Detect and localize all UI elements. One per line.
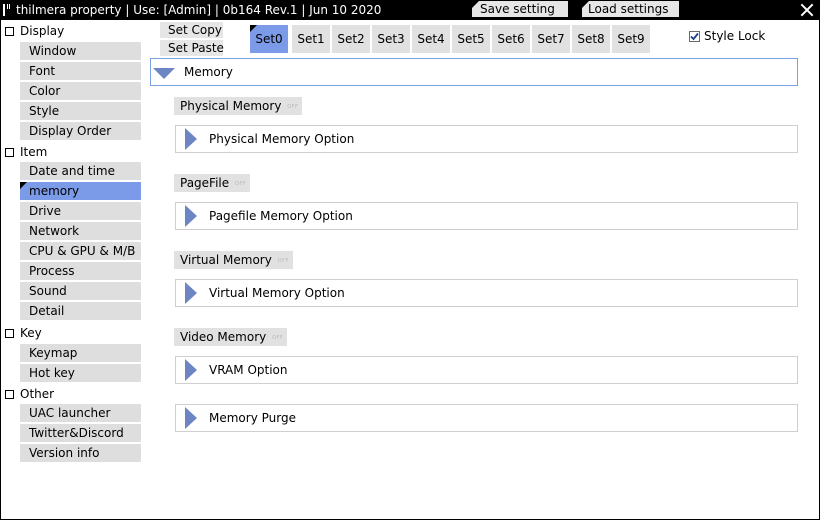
sidebar-item-window[interactable]: Window (20, 42, 141, 60)
checkbox-icon (5, 26, 14, 36)
option-label: Pagefile Memory Option (209, 209, 353, 223)
vram-option[interactable]: VRAM Option (175, 356, 798, 384)
sidebar-item-sound[interactable]: Sound (20, 282, 141, 300)
heading-label: Virtual Memory (180, 253, 272, 267)
load-settings-label: Load settings (588, 2, 669, 16)
checkbox-icon (5, 389, 14, 399)
load-settings-button[interactable]: Load settings (582, 1, 679, 17)
option-label: Memory Purge (209, 411, 296, 425)
sidebar-item-label: memory (29, 184, 80, 198)
sidebar-item-cpu-gpu-mb[interactable]: CPU & GPU & M/B (20, 242, 141, 260)
sidebar-item-process[interactable]: Process (20, 262, 141, 280)
option-label: Virtual Memory Option (209, 286, 345, 300)
save-setting-label: Save setting (480, 2, 555, 16)
checkbox-icon (5, 147, 14, 157)
physical-memory-heading[interactable]: Physical Memory OFF (174, 97, 303, 115)
sidebar-item-color[interactable]: Color (20, 82, 141, 100)
option-label: VRAM Option (209, 363, 288, 377)
category-other[interactable]: Other (5, 385, 54, 403)
section-title: Memory (184, 65, 233, 79)
sidebar-item-network[interactable]: Network (20, 222, 141, 240)
tab-set6[interactable]: Set6 (492, 25, 530, 53)
tab-set2[interactable]: Set2 (332, 25, 370, 53)
sidebar-item-style[interactable]: Style (20, 102, 141, 120)
close-icon[interactable] (800, 3, 814, 17)
corner-flag-icon (472, 1, 479, 8)
category-label: Key (20, 326, 42, 340)
expand-triangle-icon (185, 282, 197, 304)
sidebar-item-version-info[interactable]: Version info (20, 444, 141, 462)
set-copy-button[interactable]: Set Copy (160, 22, 223, 38)
pagefile-heading[interactable]: PageFile OFF (174, 174, 251, 192)
corner-flag-icon (582, 1, 589, 8)
checkbox-icon (5, 328, 14, 338)
tab-set3[interactable]: Set3 (372, 25, 410, 53)
tab-set8[interactable]: Set8 (572, 25, 610, 53)
tab-set0[interactable]: Set0 (250, 25, 288, 53)
save-setting-button[interactable]: Save setting (472, 1, 568, 17)
sidebar-item-twitter-discord[interactable]: Twitter&Discord (20, 424, 141, 442)
category-label: Item (20, 145, 48, 159)
category-key[interactable]: Key (5, 324, 42, 342)
heading-label: PageFile (180, 176, 230, 190)
option-label: Physical Memory Option (209, 132, 355, 146)
expand-triangle-icon (185, 407, 197, 429)
sidebar-item-hot-key[interactable]: Hot key (20, 364, 141, 382)
sidebar-item-date-and-time[interactable]: Date and time (20, 162, 141, 180)
category-display[interactable]: Display (5, 22, 64, 40)
heading-label: Physical Memory (180, 99, 282, 113)
physical-memory-option[interactable]: Physical Memory Option (175, 125, 798, 153)
tab-set4[interactable]: Set4 (412, 25, 450, 53)
expand-triangle-icon (185, 128, 197, 150)
sidebar-item-keymap[interactable]: Keymap (20, 344, 141, 362)
pagefile-memory-option[interactable]: Pagefile Memory Option (175, 202, 798, 230)
category-item[interactable]: Item (5, 143, 47, 161)
style-lock-checkbox[interactable] (689, 30, 700, 42)
sidebar-item-detail[interactable]: Detail (20, 302, 141, 320)
virtual-memory-heading[interactable]: Virtual Memory OFF (174, 251, 293, 269)
sidebar-item-uac-launcher[interactable]: UAC launcher (20, 404, 141, 422)
off-badge: OFF (287, 104, 299, 110)
memory-purge-option[interactable]: Memory Purge (175, 404, 798, 432)
app-logo-icon (3, 4, 11, 16)
off-badge: OFF (272, 335, 284, 341)
heading-label: Video Memory (180, 330, 267, 344)
collapse-triangle-icon (153, 68, 175, 79)
sidebar-item-font[interactable]: Font (20, 62, 141, 80)
expand-triangle-icon (185, 205, 197, 227)
set-paste-button[interactable]: Set Paste (160, 40, 224, 56)
sidebar: Display Window Font Color Style Display … (1, 20, 146, 519)
tab-label: Set0 (255, 32, 283, 46)
check-icon (690, 32, 699, 40)
tab-set5[interactable]: Set5 (452, 25, 490, 53)
style-lock-toggle[interactable]: Style Lock (689, 29, 765, 43)
window-title: thilmera property | Use: [Admin] | 0b164… (16, 3, 382, 17)
category-label: Other (20, 387, 55, 401)
corner-flag-icon (250, 25, 257, 32)
tab-set9[interactable]: Set9 (612, 25, 650, 53)
corner-flag-icon (20, 182, 27, 189)
virtual-memory-option[interactable]: Virtual Memory Option (175, 279, 798, 307)
tab-set1[interactable]: Set1 (292, 25, 330, 53)
off-badge: OFF (234, 181, 247, 187)
sidebar-item-drive[interactable]: Drive (20, 202, 141, 220)
video-memory-heading[interactable]: Video Memory OFF (174, 328, 288, 346)
tab-set7[interactable]: Set7 (532, 25, 570, 53)
memory-section-header[interactable]: Memory (150, 58, 798, 86)
off-badge: OFF (277, 258, 289, 264)
expand-triangle-icon (185, 359, 197, 381)
sidebar-item-display-order[interactable]: Display Order (20, 122, 141, 140)
title-bar: thilmera property | Use: [Admin] | 0b164… (0, 0, 820, 20)
style-lock-label: Style Lock (704, 29, 766, 43)
category-label: Display (20, 24, 65, 38)
sidebar-item-memory[interactable]: memory (20, 182, 141, 200)
main-content: Set Copy Set Paste Set0 Set1 Set2 Set3 S… (146, 20, 819, 519)
